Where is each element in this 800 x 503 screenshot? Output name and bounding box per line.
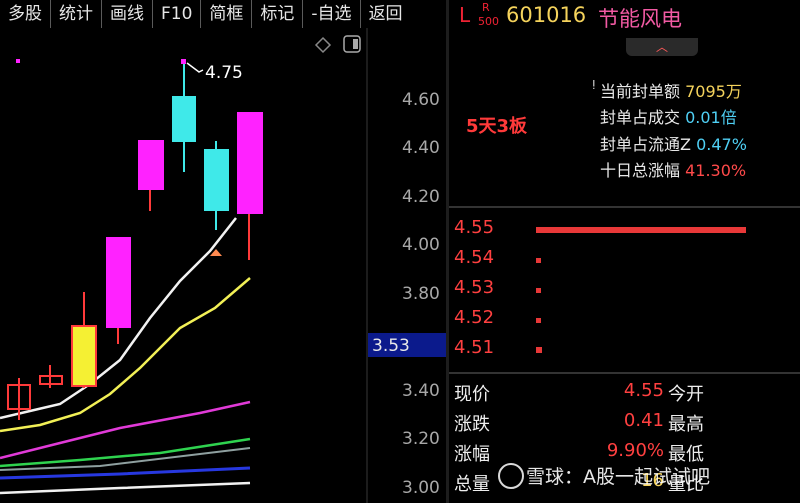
ma-gray [0, 447, 251, 471]
stat-label: 封单占流通Z [600, 135, 691, 154]
candle [204, 141, 229, 230]
tab-draw-line[interactable]: 画线 [102, 0, 153, 28]
divider [449, 372, 800, 374]
candle [7, 378, 31, 420]
candle [106, 237, 131, 344]
diamond-icon[interactable] [314, 36, 332, 54]
orderbook-bar [536, 347, 542, 353]
orderbook-price[interactable]: 4.54 [454, 247, 494, 268]
candle [138, 140, 164, 211]
panel-divider [446, 0, 449, 503]
tab-f10[interactable]: F10 [153, 0, 202, 28]
quote-label: 涨幅 [454, 444, 490, 465]
orderbook-price[interactable]: 4.53 [454, 277, 494, 298]
quote-row: 现价 4.55 今开 [454, 380, 794, 406]
tab-simple-frame[interactable]: 简框 [201, 0, 253, 28]
kline-chart[interactable]: 4.75 4.60 4.40 4.20 4.00 3.80 3.53 3.40 … [0, 28, 446, 503]
tab-mark[interactable]: 标记 [252, 0, 304, 28]
stat-label: 十日总涨幅 [600, 161, 681, 180]
marker-dot [16, 59, 20, 63]
price-tick: 3.00 [402, 478, 440, 498]
quote-label: 今开 [668, 384, 704, 405]
stat-row: 封单占流通Z 0.47% [600, 131, 747, 155]
price-tick: 4.20 [402, 187, 440, 207]
window-toggle-icon[interactable] [343, 35, 361, 53]
orderbook-bar [536, 318, 541, 323]
quote-value: 9.90% [606, 440, 664, 461]
quote-value: 0.41 [623, 410, 664, 431]
quote-label: 最高 [668, 414, 704, 435]
candle [39, 365, 63, 388]
toolbar: 多股 统计 画线 F10 简框 标记 -自选 返回 [0, 0, 446, 28]
info-icon: ⵑ [592, 78, 596, 92]
orderbook-bar [536, 258, 541, 263]
stat-row: 十日总涨幅 41.30% [600, 157, 746, 181]
orderbook-bar [536, 227, 746, 233]
stat-value: 0.01倍 [685, 108, 737, 127]
stat-row: 当前封单额 7095万 [600, 78, 742, 102]
high-label: 4.75 [205, 63, 243, 83]
board-count-label: 5天3板 [466, 116, 528, 137]
price-tick: 4.00 [402, 235, 440, 255]
chevron-up-icon: ︿ [655, 40, 668, 54]
stat-label: 封单占成交 [600, 108, 681, 127]
orderbook-price[interactable]: 4.52 [454, 307, 494, 328]
candle [237, 112, 263, 260]
tab-statistics[interactable]: 统计 [51, 0, 102, 28]
current-price-tag: 3.53 [372, 336, 410, 356]
orderbook-bar [536, 288, 541, 293]
badge-r: R [482, 1, 490, 14]
high-pointer [186, 62, 204, 73]
tab-multi-stock[interactable]: 多股 [0, 0, 51, 28]
stock-code: 601016 [506, 3, 587, 27]
price-tick: 4.60 [402, 90, 440, 110]
price-tick: 3.20 [402, 429, 440, 449]
back-button[interactable]: 返回 [361, 0, 411, 28]
stat-value: 7095万 [685, 82, 742, 101]
price-tick: 3.80 [402, 284, 440, 304]
quote-label: 现价 [454, 384, 490, 405]
divider [449, 206, 800, 208]
badge-500: 500 [478, 15, 499, 28]
ma-white-long [0, 481, 251, 495]
watermark-logo-icon [498, 463, 524, 489]
quote-label: 总量 [454, 474, 490, 495]
candle [172, 61, 196, 172]
stat-label: 当前封单额 [600, 82, 681, 101]
market-flag: L [459, 3, 471, 27]
quote-value: 4.55 [623, 380, 664, 401]
tab-remove-watchlist[interactable]: -自选 [303, 0, 361, 28]
candle-limit-up [71, 292, 97, 388]
price-tick: 4.40 [402, 138, 440, 158]
stat-value: 41.30% [685, 161, 747, 180]
stat-row: 封单占成交 0.01倍 [600, 104, 737, 128]
stat-value: 0.47% [696, 135, 747, 154]
quote-row: 涨跌 0.41 最高 [454, 410, 794, 436]
orderbook-price[interactable]: 4.51 [454, 337, 494, 358]
watermark: 雪球：A股一起试试吧 [526, 466, 710, 488]
orderbook-price[interactable]: 4.55 [454, 217, 494, 238]
price-tick: 3.40 [402, 381, 440, 401]
collapse-button[interactable]: ︿ [626, 38, 698, 56]
stock-name: 节能风电 [598, 7, 682, 31]
high-marker [181, 59, 186, 64]
quote-label: 涨跌 [454, 414, 490, 435]
